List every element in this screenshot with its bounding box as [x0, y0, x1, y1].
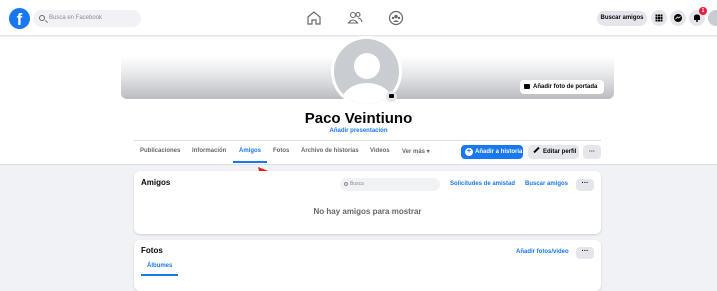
account-avatar-icon[interactable] — [708, 10, 717, 26]
search-icon — [344, 182, 348, 186]
top-navigation-bar: f Busca en Facebook Buscar amigos 1 — [0, 0, 717, 36]
friends-search-input[interactable]: Busca — [340, 178, 440, 191]
menu-grid-icon[interactable] — [651, 10, 667, 26]
add-cover-photo-button[interactable]: Añadir foto de portada — [520, 80, 604, 94]
active-tab-indicator — [233, 161, 267, 163]
tab-videos[interactable]: Videos — [370, 148, 390, 154]
messenger-icon[interactable] — [670, 10, 686, 26]
add-to-story-button[interactable]: + Añadir a historia — [461, 145, 523, 159]
edit-profile-label: Editar perfil — [543, 149, 577, 155]
no-friends-message: No hay amigos para mostrar — [313, 207, 422, 216]
add-bio-link[interactable]: Añadir presentación — [0, 128, 717, 134]
photos-more-options-button[interactable]: ··· — [576, 247, 594, 259]
friends-icon[interactable] — [346, 9, 364, 27]
add-to-story-label: Añadir a historia — [475, 149, 523, 155]
photos-card: Fotos Añadir fotos/video ··· Álbumes — [134, 240, 601, 291]
edit-profile-button[interactable]: Editar perfil — [528, 145, 579, 159]
search-icon — [39, 15, 45, 21]
facebook-logo-icon[interactable]: f — [9, 8, 30, 29]
pencil-icon — [533, 146, 540, 154]
tab-about[interactable]: Información — [192, 148, 226, 154]
albums-tab-indicator — [141, 274, 178, 276]
photos-card-title: Fotos — [141, 246, 163, 255]
profile-more-options-button[interactable]: ··· — [583, 145, 601, 159]
profile-divider — [134, 140, 601, 141]
tab-story-archive[interactable]: Archivo de historias — [301, 148, 359, 154]
friends-search-placeholder: Busca — [350, 181, 364, 187]
friends-more-options-button[interactable]: ··· — [576, 179, 594, 191]
albums-tab[interactable]: Álbumes — [147, 263, 172, 269]
camera-icon — [524, 84, 530, 89]
add-cover-photo-label: Añadir foto de portada — [533, 84, 598, 90]
facebook-search-input[interactable]: Busca en Facebook — [33, 10, 141, 27]
update-profile-picture-camera-icon[interactable] — [386, 91, 397, 102]
tab-photos[interactable]: Fotos — [273, 148, 289, 154]
friends-card: Amigos Busca Solicitudes de amistad Busc… — [134, 171, 601, 234]
tab-friends[interactable]: Amigos — [239, 148, 261, 154]
friend-requests-link[interactable]: Solicitudes de amistad — [450, 181, 515, 187]
add-photos-video-link[interactable]: Añadir fotos/video — [516, 249, 569, 255]
tab-posts[interactable]: Publicaciones — [140, 148, 180, 154]
plus-icon: + — [465, 148, 473, 156]
profile-name: Paco Veintiuno — [304, 110, 413, 127]
home-icon[interactable] — [305, 9, 323, 27]
search-placeholder: Busca en Facebook — [49, 15, 103, 21]
find-friends-link[interactable]: Buscar amigos — [525, 181, 568, 187]
groups-icon[interactable] — [387, 9, 405, 27]
find-friends-button[interactable]: Buscar amigos — [597, 11, 647, 26]
avatar-head-silhouette — [354, 53, 380, 79]
notification-count-badge: 1 — [699, 7, 707, 15]
friends-card-title: Amigos — [141, 178, 171, 187]
tab-see-more[interactable]: Ver más ▾ — [402, 148, 430, 155]
